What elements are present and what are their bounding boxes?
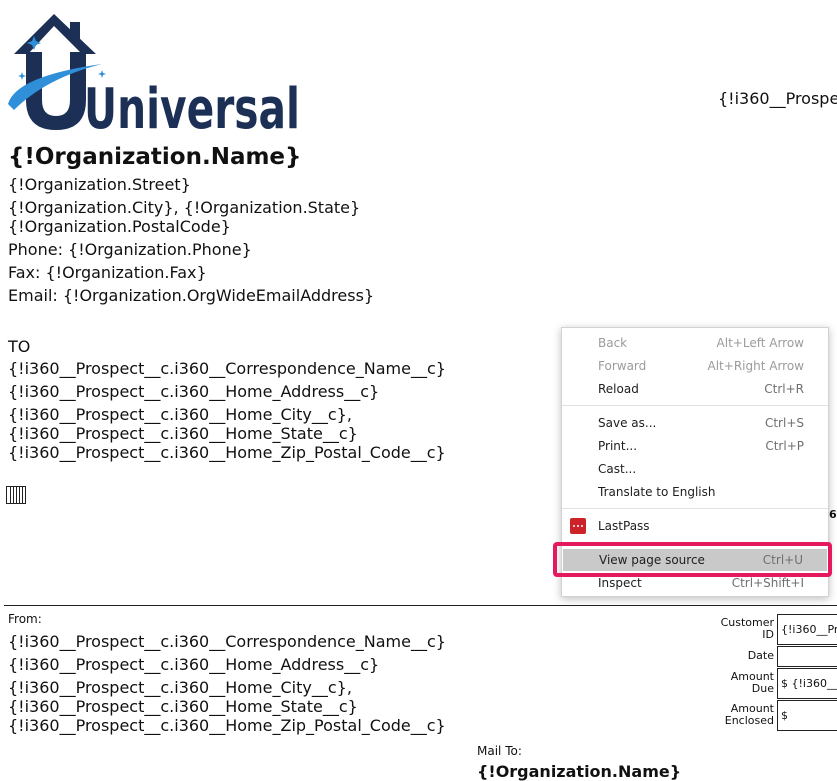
- to-home-address: {!i360__Prospect__c.i360__Home_Address__…: [8, 382, 380, 401]
- menu-item-shortcut: Ctrl+Shift+I: [731, 576, 804, 590]
- menu-item-reload[interactable]: Reload Ctrl+R: [562, 378, 828, 400]
- menu-item-translate[interactable]: Translate to English: [562, 481, 828, 503]
- menu-item-shortcut: Ctrl+R: [764, 382, 804, 396]
- menu-item-label: Cast...: [598, 462, 637, 476]
- organization-city-state: {!Organization.City}, {!Organization.Sta…: [8, 198, 361, 217]
- organization-fax: Fax: {!Organization.Fax}: [8, 263, 207, 282]
- organization-postal-code: {!Organization.PostalCode}: [8, 217, 231, 236]
- date-field[interactable]: [777, 646, 837, 667]
- menu-item-label: Translate to English: [598, 485, 716, 499]
- lastpass-icon: [570, 518, 586, 534]
- to-correspondence-name: {!i360__Prospect__c.i360__Correspondence…: [8, 359, 446, 378]
- menu-item-print[interactable]: Print... Ctrl+P: [562, 435, 828, 457]
- logo-graphic: Universal: [8, 14, 300, 142]
- barcode-icon: [6, 486, 26, 504]
- menu-item-label: Back: [598, 336, 628, 350]
- from-correspondence-name: {!i360__Prospect__c.i360__Correspondence…: [8, 632, 446, 651]
- from-home-state: {!i360__Prospect__c.i360__Home_State__c}: [8, 697, 358, 716]
- customer-id-label: Customer ID: [720, 616, 774, 641]
- menu-item-forward[interactable]: Forward Alt+Right Arrow: [562, 355, 828, 377]
- from-label: From:: [8, 612, 42, 626]
- menu-item-shortcut: Ctrl+P: [765, 439, 804, 453]
- menu-item-lastpass[interactable]: LastPass: [562, 515, 828, 537]
- menu-item-shortcut: Alt+Right Arrow: [707, 359, 804, 373]
- from-home-address: {!i360__Prospect__c.i360__Home_Address__…: [8, 655, 380, 674]
- menu-item-label: Save as...: [598, 416, 657, 430]
- menu-item-label: Reload: [598, 382, 639, 396]
- menu-separator: [562, 508, 828, 509]
- menu-separator: [562, 405, 828, 406]
- organization-street: {!Organization.Street}: [8, 175, 191, 194]
- company-logo: Universal: [6, 12, 306, 142]
- menu-item-label: Inspect: [598, 576, 642, 590]
- menu-item-label: LastPass: [598, 519, 650, 533]
- logo-wordmark: Universal: [84, 77, 300, 134]
- menu-item-label: Forward: [598, 359, 647, 373]
- amount-enclosed-field[interactable]: $: [777, 700, 837, 731]
- to-home-state: {!i360__Prospect__c.i360__Home_State__c}: [8, 424, 358, 443]
- menu-item-shortcut: Ctrl+S: [764, 416, 804, 430]
- mail-to-label: Mail To:: [477, 744, 522, 758]
- date-label: Date: [747, 649, 774, 662]
- organization-name: {!Organization.Name}: [8, 144, 302, 170]
- from-home-city: {!i360__Prospect__c.i360__Home_City__c},: [8, 678, 352, 697]
- menu-item-shortcut: Alt+Left Arrow: [716, 336, 804, 350]
- menu-item-label: Print...: [598, 439, 638, 453]
- amount-enclosed-label: Amount Enclosed: [724, 702, 774, 727]
- amount-due-label: Amount Due: [730, 670, 774, 695]
- from-home-zip: {!i360__Prospect__c.i360__Home_Zip_Posta…: [8, 716, 446, 735]
- customer-id-field[interactable]: {!i360__Pr: [777, 614, 837, 645]
- organization-phone: Phone: {!Organization.Phone}: [8, 240, 252, 259]
- organization-email: Email: {!Organization.OrgWideEmailAddres…: [8, 286, 375, 305]
- remittance-divider: [4, 605, 837, 606]
- to-home-city: {!i360__Prospect__c.i360__Home_City__c},: [8, 405, 352, 424]
- to-label: TO: [8, 337, 31, 356]
- menu-item-save-as[interactable]: Save as... Ctrl+S: [562, 412, 828, 434]
- menu-item-cast[interactable]: Cast...: [562, 458, 828, 480]
- header-prospect-field: {!i360__Prospe: [718, 89, 837, 108]
- to-home-zip: {!i360__Prospect__c.i360__Home_Zip_Posta…: [8, 443, 446, 462]
- amount-due-field[interactable]: $ {!i360__: [777, 668, 837, 699]
- menu-item-back[interactable]: Back Alt+Left Arrow: [562, 332, 828, 354]
- mail-to-organization-name: {!Organization.Name}: [477, 762, 682, 781]
- highlight-annotation: [553, 542, 832, 577]
- right-cut-off-text: 6: [829, 508, 837, 521]
